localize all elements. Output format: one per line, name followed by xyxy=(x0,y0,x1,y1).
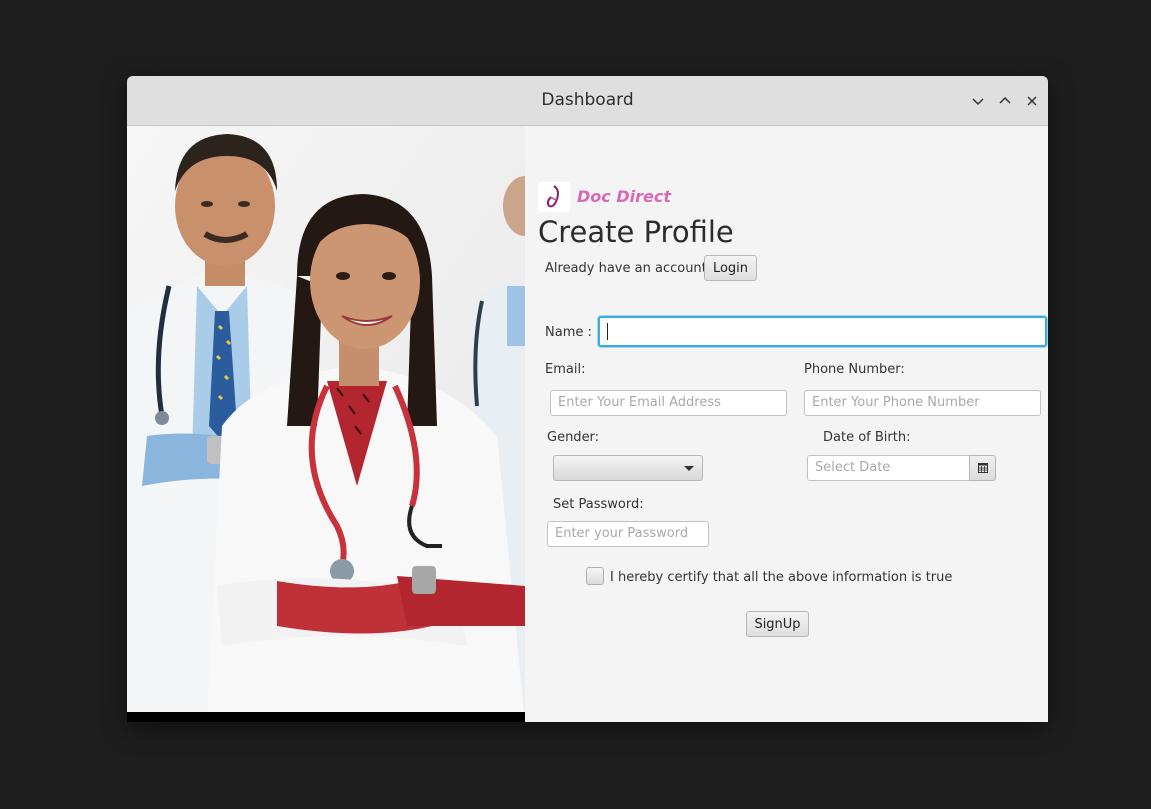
doctors-illustration xyxy=(127,126,525,722)
gender-select[interactable] xyxy=(553,455,703,481)
email-input[interactable]: Enter Your Email Address xyxy=(550,390,787,416)
leaf-logo-icon xyxy=(546,185,559,208)
maximize-button[interactable] xyxy=(995,91,1015,111)
close-icon xyxy=(1027,96,1037,106)
phone-label: Phone Number: xyxy=(804,362,905,377)
chevron-up-icon xyxy=(999,96,1011,104)
window-title: Dashboard xyxy=(541,90,634,110)
have-account-text: Already have an account? xyxy=(545,261,714,276)
certify-checkbox[interactable] xyxy=(586,567,604,585)
close-button[interactable] xyxy=(1022,91,1042,111)
create-profile-form: Doc Direct Create Profile Already have a… xyxy=(525,126,1048,722)
signup-window: Dashboard Doc Direct Create Profile Alre… xyxy=(127,76,1048,722)
password-label: Set Password: xyxy=(553,497,644,512)
name-label: Name : xyxy=(545,325,592,340)
login-button[interactable]: Login xyxy=(704,255,757,281)
email-label: Email: xyxy=(545,362,586,377)
dob-label: Date of Birth: xyxy=(823,430,911,445)
signup-button[interactable]: SignUp xyxy=(746,611,809,637)
gender-label: Gender: xyxy=(547,430,600,445)
phone-input[interactable]: Enter Your Phone Number xyxy=(804,390,1041,416)
calendar-icon xyxy=(977,463,988,473)
page-title: Create Profile xyxy=(538,215,734,249)
doctors-photo xyxy=(127,126,525,722)
calendar-button[interactable] xyxy=(969,455,996,481)
password-input[interactable]: Enter your Password xyxy=(547,521,709,547)
text-caret xyxy=(607,323,608,340)
logo xyxy=(538,182,570,212)
chevron-down-icon xyxy=(972,98,984,106)
dropdown-arrow-icon xyxy=(684,466,694,471)
certify-label: I hereby certify that all the above info… xyxy=(610,570,953,585)
minimize-button[interactable] xyxy=(968,91,988,111)
brand-name: Doc Direct xyxy=(577,187,671,206)
dob-input[interactable]: Select Date xyxy=(807,455,970,481)
title-bar[interactable]: Dashboard xyxy=(127,76,1048,126)
name-input[interactable] xyxy=(598,316,1047,347)
